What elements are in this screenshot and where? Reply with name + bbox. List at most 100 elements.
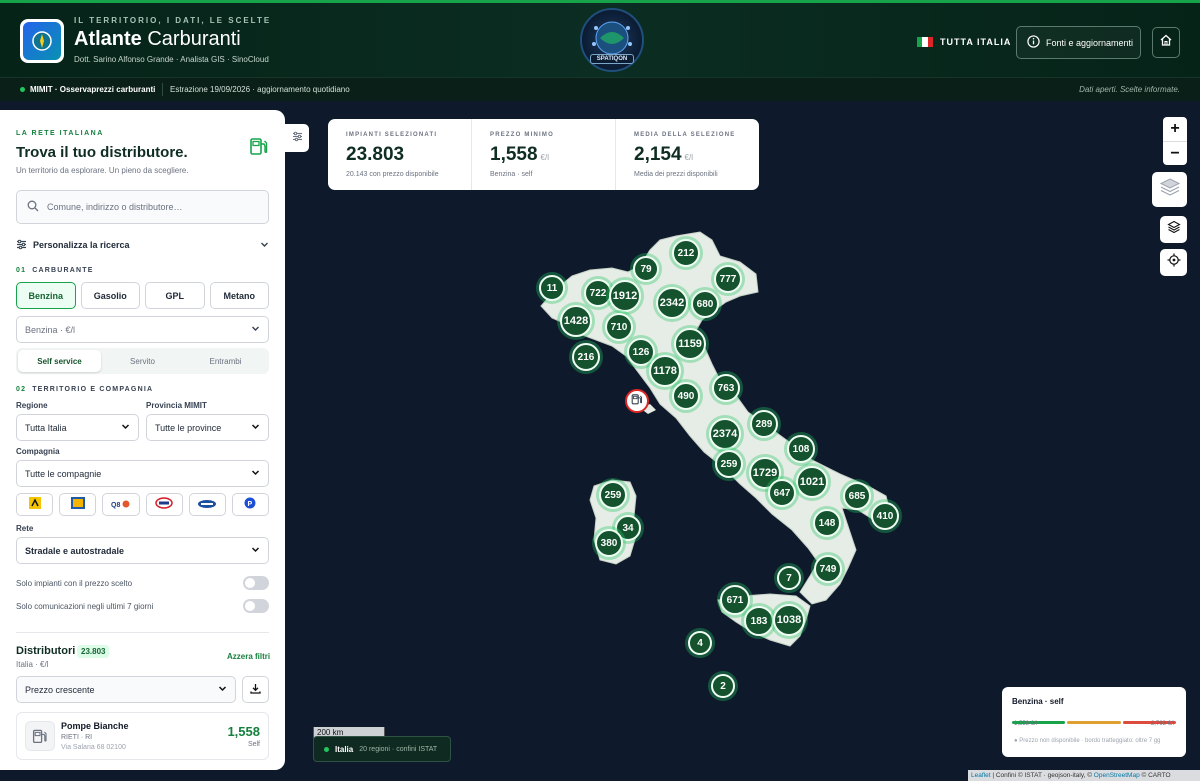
cluster-marker[interactable]: 490	[672, 382, 700, 410]
zoom-out-button[interactable]: −	[1163, 141, 1187, 165]
cluster-marker[interactable]: 380	[595, 529, 623, 557]
cluster-marker[interactable]: 763	[712, 374, 740, 402]
cluster-marker[interactable]: 108	[787, 435, 815, 463]
cluster-marker[interactable]: 183	[744, 606, 774, 636]
rete-select[interactable]: Stradale e autostradale	[16, 537, 269, 564]
leaflet-link[interactable]: Leaflet	[971, 772, 991, 779]
brand-esso-button[interactable]	[145, 493, 183, 516]
brand-q8-button[interactable]: Q8	[102, 493, 140, 516]
italy-flag-icon	[917, 37, 933, 47]
selected-station-marker[interactable]	[625, 389, 649, 413]
cluster-marker[interactable]: 647	[768, 479, 796, 507]
cluster-marker[interactable]: 79	[633, 256, 659, 282]
cluster-marker[interactable]: 1159	[674, 328, 706, 360]
stat-impianti-note: 20.143 con prezzo disponibile	[346, 171, 439, 178]
zoom-in-button[interactable]: +	[1163, 117, 1187, 141]
cluster-marker[interactable]: 1912	[609, 280, 641, 312]
attribution-text: | Confini © ISTAT · geojson-italy, ©	[990, 772, 1094, 779]
brand-tamoil-button[interactable]	[188, 493, 226, 516]
stat-impianti-value: 23.803	[346, 144, 405, 165]
toggle-7-giorni-label: Solo comunicazioni negli ultimi 7 giorni	[16, 601, 154, 611]
cluster-marker[interactable]: 710	[605, 313, 633, 341]
cluster-marker[interactable]: 1428	[560, 305, 592, 337]
stat-prezzo-minimo-label: PREZZO MINIMO	[490, 132, 554, 138]
fuel-metano-button[interactable]: Metano	[209, 282, 269, 309]
mode-self-service[interactable]: Self service	[18, 350, 101, 372]
cluster-marker[interactable]: 410	[871, 502, 899, 530]
regione-select[interactable]: Tutta Italia	[16, 414, 139, 441]
search-input[interactable]: Comune, indirizzo o distributore…	[16, 190, 269, 224]
station-card[interactable]: Pompe Bianche RIETI · RI Via Salaria 68 …	[16, 712, 269, 760]
collapse-filters-tab[interactable]	[285, 124, 309, 152]
svg-text:Q8: Q8	[111, 502, 120, 509]
app-title: Atlante Carburanti	[74, 28, 241, 50]
cluster-marker[interactable]: 749	[814, 555, 842, 583]
cluster-marker[interactable]: 2374	[709, 418, 741, 450]
legend-bar-mid	[1067, 721, 1121, 724]
sidebar-divider	[16, 632, 269, 633]
stats-panel: IMPIANTI SELEZIONATI 23.803 20.143 con p…	[328, 119, 759, 190]
stat-media-note: Media dei prezzi disponibili	[634, 171, 718, 178]
cluster-marker[interactable]: 289	[750, 410, 778, 438]
cluster-marker[interactable]: 671	[720, 585, 750, 615]
brand-agip-button[interactable]	[16, 493, 54, 516]
customize-search-toggle[interactable]: Personalizza la ricerca	[16, 238, 269, 252]
cluster-marker[interactable]: 11	[539, 275, 565, 301]
brand-ip-button[interactable]	[59, 493, 97, 516]
regione-value: Tutta Italia	[25, 422, 67, 433]
cluster-marker[interactable]: 7	[777, 566, 801, 590]
station-name: Pompe Bianche	[61, 721, 129, 731]
mode-servito[interactable]: Servito	[101, 350, 184, 372]
compagnia-select[interactable]: Tutte le compagnie	[16, 460, 269, 487]
download-icon	[250, 681, 261, 699]
cluster-marker[interactable]: 680	[691, 290, 719, 318]
cluster-marker[interactable]: 722	[584, 279, 612, 307]
provincia-select[interactable]: Tutte le province	[146, 414, 269, 441]
cluster-marker[interactable]: 1038	[773, 604, 805, 636]
cluster-marker[interactable]: 1178	[649, 355, 681, 387]
cluster-marker[interactable]: 1021	[796, 466, 828, 498]
toggle-prezzo-switch[interactable]	[243, 576, 269, 590]
osm-link[interactable]: OpenStreetMap	[1094, 772, 1140, 779]
locate-me-button[interactable]	[1160, 249, 1187, 276]
chevron-down-icon	[218, 684, 227, 695]
download-button[interactable]	[242, 676, 269, 703]
brand-other-button[interactable]: P	[231, 493, 270, 516]
extraction-date: Estrazione 19/09/2026 · aggiornamento qu…	[170, 85, 350, 94]
chevron-down-icon	[251, 545, 260, 556]
fuel-gpl-button[interactable]: GPL	[145, 282, 205, 309]
cluster-marker[interactable]: 777	[714, 265, 742, 293]
toggle-7-giorni-switch[interactable]	[243, 599, 269, 613]
chevron-down-icon	[121, 422, 130, 433]
layers-button[interactable]	[1160, 216, 1187, 243]
cluster-marker[interactable]: 259	[599, 481, 627, 509]
fuel-gasolio-button[interactable]: Gasolio	[80, 282, 140, 309]
sliders-icon	[292, 129, 303, 147]
app-header: IL TERRITORIO, I DATI, LE SCELTE Atlante…	[0, 3, 1200, 77]
service-mode-segmented: Self service Servito Entrambi	[16, 348, 269, 374]
info-bar: MIMIT · Osservaprezzi carburanti Estrazi…	[0, 77, 1200, 101]
cluster-marker[interactable]: 212	[672, 239, 700, 267]
reset-filters-link[interactable]: Azzera filtri	[227, 652, 270, 661]
fuel-detail-select[interactable]: Benzina · €/l	[16, 316, 269, 343]
sort-select[interactable]: Prezzo crescente	[16, 676, 236, 703]
fonti-button[interactable]: Fonti e aggiornamenti	[1016, 26, 1141, 59]
stat-prezzo-minimo: PREZZO MINIMO 1,558 €/l Benzina · self	[471, 119, 615, 190]
scope-label: TUTTA ITALIA	[940, 37, 1012, 47]
cluster-marker[interactable]: 4	[688, 631, 712, 655]
basemap-layers-icon	[1159, 177, 1181, 202]
mode-entrambi[interactable]: Entrambi	[184, 350, 267, 372]
agip-logo-icon	[28, 496, 41, 514]
basemap-switcher-button[interactable]	[1152, 172, 1187, 207]
home-button[interactable]	[1152, 27, 1180, 58]
cluster-marker[interactable]: 685	[843, 482, 871, 510]
legend-min: 1,558 €/l	[1014, 721, 1038, 727]
cluster-marker[interactable]: 148	[813, 509, 841, 537]
cluster-marker[interactable]: 216	[572, 343, 600, 371]
cluster-marker[interactable]: 259	[715, 450, 743, 478]
cluster-marker[interactable]: 2	[711, 674, 735, 698]
fuel-benzina-button[interactable]: Benzina	[16, 282, 76, 309]
sort-value: Prezzo crescente	[25, 684, 95, 695]
app-logo	[20, 19, 64, 63]
cluster-marker[interactable]: 2342	[656, 287, 688, 319]
